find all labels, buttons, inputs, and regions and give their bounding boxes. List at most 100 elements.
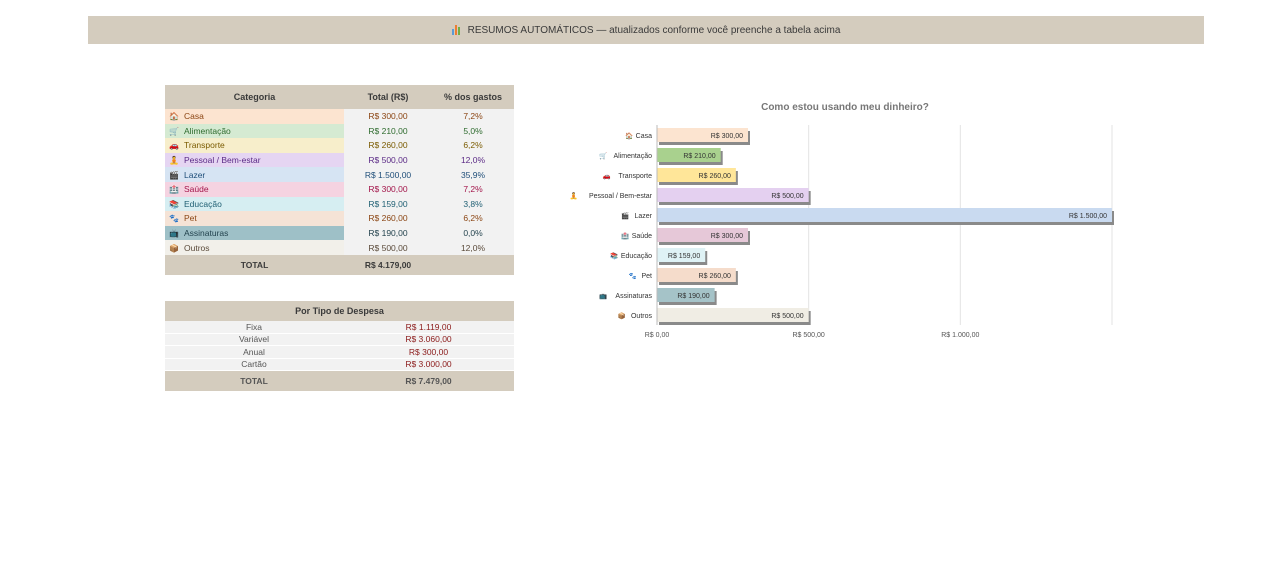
type-value: R$ 3.000,00 xyxy=(343,358,514,371)
category-name: Assinaturas xyxy=(184,228,229,239)
category-total: R$ 300,00 xyxy=(344,109,432,124)
category-percent: 6,2% xyxy=(432,211,514,226)
person-icon: 🧘 xyxy=(570,192,578,200)
category-row: 📦 Outros R$ 500,00 12,0% xyxy=(165,240,514,255)
bar-value-label: R$ 260,00 xyxy=(699,173,731,180)
shopping-cart-icon: 🛒 xyxy=(599,152,607,160)
type-value: R$ 3.060,00 xyxy=(343,333,514,346)
house-icon: 🏠 xyxy=(625,132,633,140)
category-percent: 0,0% xyxy=(432,225,514,241)
category-label: Casa xyxy=(636,133,652,140)
category-name: Alimentação xyxy=(184,125,231,136)
category-percent: 7,2% xyxy=(432,181,514,197)
category-row: 🛒 Alimentação R$ 210,00 5,0% xyxy=(165,123,514,139)
category-total: R$ 190,00 xyxy=(344,225,432,241)
type-total-row: TOTAL R$ 7.479,00 xyxy=(165,370,514,392)
category-name-cell: 🛒 Alimentação xyxy=(165,123,344,139)
film-icon: 🎬 xyxy=(621,212,629,220)
bar-value-label: R$ 500,00 xyxy=(771,313,803,320)
type-name: Anual xyxy=(165,345,343,359)
spending-chart: Como estou usando meu dinheiro? R$ 0,00 R… xyxy=(560,95,1160,355)
total-value: R$ 4.179,00 xyxy=(344,254,432,275)
hospital-icon: 🏥 xyxy=(621,232,629,240)
hospital-icon: 🏥 xyxy=(169,185,179,195)
type-total-value: R$ 7.479,00 xyxy=(343,370,514,392)
car-icon: 🚗 xyxy=(603,173,611,180)
bar-value-label: R$ 300,00 xyxy=(711,133,743,140)
category-name: Transporte xyxy=(184,140,225,151)
subscription-icon: 📺 xyxy=(599,292,607,300)
category-label: Saúde xyxy=(632,233,652,240)
type-name: Fixa xyxy=(165,321,343,334)
total-label: TOTAL xyxy=(165,254,344,275)
category-total: R$ 260,00 xyxy=(344,211,432,226)
category-name: Pessoal / Bem-estar xyxy=(184,155,261,166)
category-row: 🐾 Pet R$ 260,00 6,2% xyxy=(165,211,514,226)
bar-value-label: R$ 159,00 xyxy=(668,253,700,260)
category-summary-table: Categoria Total (R$) % dos gastos 🏠 Casa R… xyxy=(165,85,514,275)
x-tick-label: R$ 500,00 xyxy=(793,332,825,339)
category-total: R$ 210,00 xyxy=(344,123,432,139)
category-percent: 12,0% xyxy=(432,240,514,255)
chart-svg: R$ 0,00 R$ 500,00 R$ 1.000,00 R$ 300,00 Casa… xyxy=(570,125,1114,339)
type-row: Anual R$ 300,00 xyxy=(165,345,514,359)
category-total: R$ 500,00 xyxy=(344,240,432,255)
type-table-header: Por Tipo de Despesa xyxy=(165,301,514,321)
type-row: Cartão R$ 3.000,00 xyxy=(165,358,514,371)
category-total: R$ 1.500,00 xyxy=(344,167,432,182)
subscription-icon: 📺 xyxy=(169,229,179,239)
chart-title: Como estou usando meu dinheiro? xyxy=(761,102,929,113)
header-total: Total (R$) xyxy=(344,85,432,109)
header-category: Categoria xyxy=(165,85,344,109)
type-name: Variável xyxy=(165,333,343,346)
x-tick-label: R$ 1.000,00 xyxy=(941,332,979,339)
summary-banner: RESUMOS AUTOMÁTICOS — atualizados confor… xyxy=(88,16,1204,44)
bar xyxy=(657,208,1112,222)
category-name: Saúde xyxy=(184,184,209,195)
category-total: R$ 500,00 xyxy=(344,152,432,168)
category-name-cell: 🚗 Transporte xyxy=(165,138,344,153)
type-row: Variável R$ 3.060,00 xyxy=(165,333,514,346)
bar-value-label: R$ 300,00 xyxy=(711,233,743,240)
category-name: Educação xyxy=(184,198,222,209)
type-name: Cartão xyxy=(165,358,343,371)
bar-chart-icon xyxy=(451,25,462,35)
type-value: R$ 1.119,00 xyxy=(343,321,514,334)
category-label: Assinaturas xyxy=(615,293,652,300)
category-label: Alimentação xyxy=(613,153,652,160)
category-name-cell: 📦 Outros xyxy=(165,240,344,255)
bar-value-label: R$ 260,00 xyxy=(699,273,731,280)
type-total-label: TOTAL xyxy=(165,370,343,392)
category-percent: 7,2% xyxy=(432,109,514,124)
x-tick-label: R$ 0,00 xyxy=(645,332,670,339)
category-percent: 5,0% xyxy=(432,123,514,139)
header-percent: % dos gastos xyxy=(432,85,514,109)
category-name-cell: 🏥 Saúde xyxy=(165,181,344,197)
house-icon: 🏠 xyxy=(169,112,179,122)
category-row: 📺 Assinaturas R$ 190,00 0,0% xyxy=(165,225,514,241)
film-icon: 🎬 xyxy=(169,170,179,180)
category-total: R$ 159,00 xyxy=(344,196,432,212)
category-name: Outros xyxy=(184,242,210,253)
category-row: 🎬 Lazer R$ 1.500,00 35,9% xyxy=(165,167,514,182)
category-name-cell: 🎬 Lazer xyxy=(165,167,344,182)
box-icon: 📦 xyxy=(169,243,179,253)
person-icon: 🧘 xyxy=(169,156,179,166)
paw-icon: 🐾 xyxy=(629,272,637,280)
shopping-cart-icon: 🛒 xyxy=(169,126,179,136)
category-label: Educação xyxy=(621,253,652,260)
category-row: 🏠 Casa R$ 300,00 7,2% xyxy=(165,109,514,124)
category-name-cell: 🏠 Casa xyxy=(165,109,344,124)
expense-type-table: Por Tipo de Despesa Fixa R$ 1.119,00 Variá… xyxy=(165,301,514,392)
category-percent: 3,8% xyxy=(432,196,514,212)
paw-icon: 🐾 xyxy=(169,214,179,224)
type-value: R$ 300,00 xyxy=(343,345,514,359)
category-row: 🚗 Transporte R$ 260,00 6,2% xyxy=(165,138,514,153)
category-percent: 12,0% xyxy=(432,152,514,168)
bar-value-label: R$ 500,00 xyxy=(771,193,803,200)
category-total: R$ 260,00 xyxy=(344,138,432,153)
category-total: R$ 300,00 xyxy=(344,181,432,197)
bar-value-label: R$ 1.500,00 xyxy=(1069,213,1107,220)
category-total-row: TOTAL R$ 4.179,00 xyxy=(165,254,514,275)
banner-text: RESUMOS AUTOMÁTICOS — atualizados confor… xyxy=(467,24,841,36)
